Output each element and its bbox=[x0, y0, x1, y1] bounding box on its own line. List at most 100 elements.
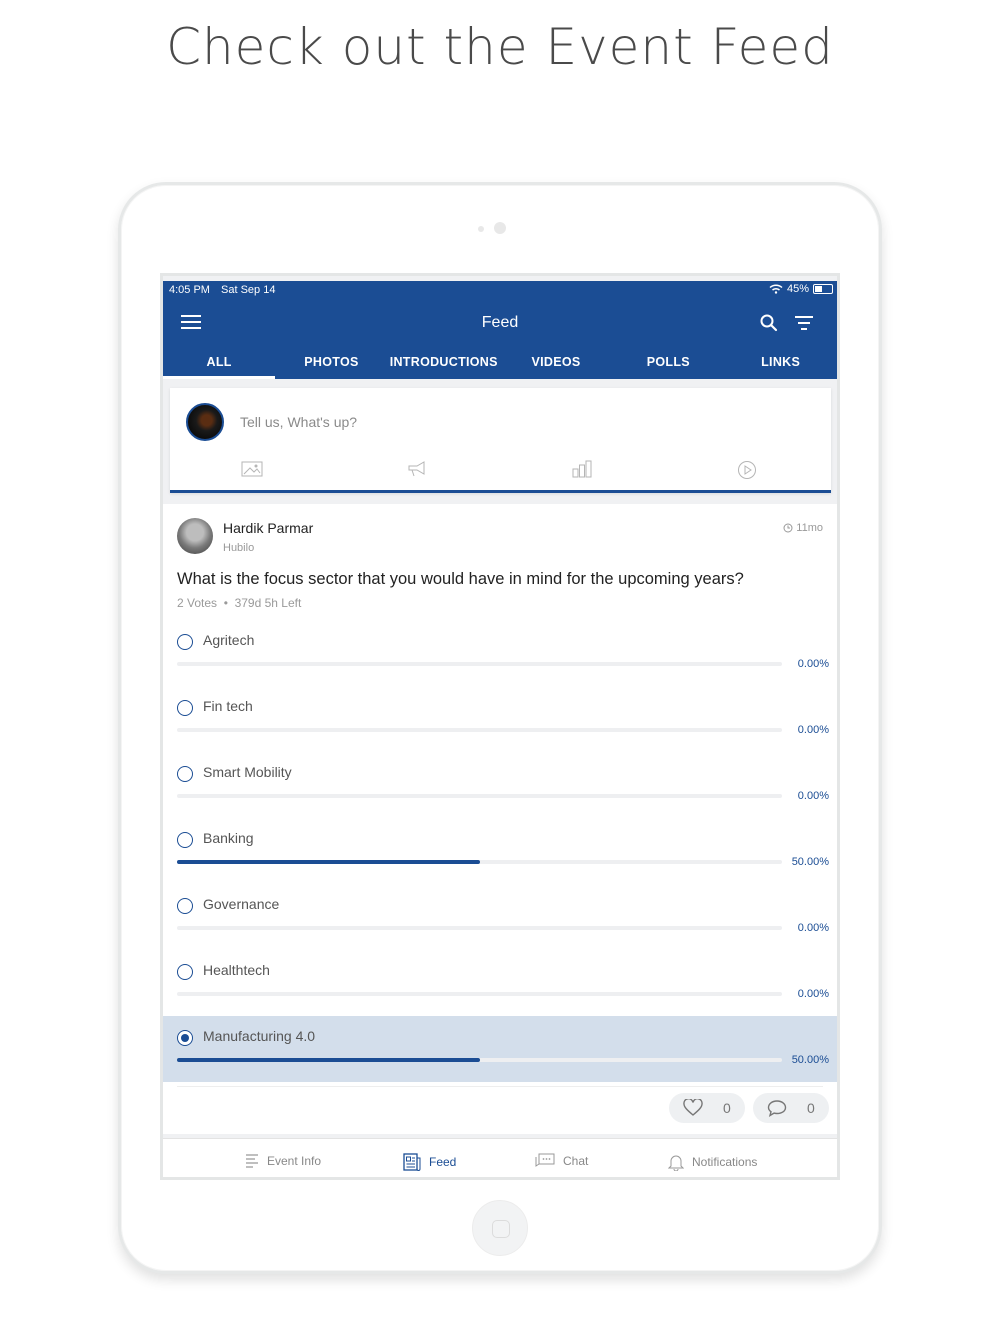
bottom-navigation: Event Info Feed Chat Notifications bbox=[163, 1138, 837, 1177]
page-headline: Check out the Event Feed bbox=[166, 18, 834, 76]
heart-icon bbox=[683, 1099, 703, 1116]
radio-button[interactable] bbox=[177, 1030, 193, 1046]
status-time: 4:05 PM bbox=[169, 284, 210, 296]
tab-photos[interactable]: PHOTOS bbox=[275, 349, 387, 379]
status-date: Sat Sep 14 bbox=[221, 284, 276, 296]
composer-actions bbox=[170, 460, 831, 480]
comment-count: 0 bbox=[807, 1100, 815, 1116]
progress-track bbox=[177, 794, 782, 798]
home-button[interactable] bbox=[472, 1200, 528, 1256]
comment-icon bbox=[767, 1100, 787, 1117]
poll-option-label: Manufacturing 4.0 bbox=[203, 1028, 316, 1044]
tab-all[interactable]: ALL bbox=[163, 349, 276, 379]
app-screen: 4:05 PM Sat Sep 14 45% Feed ALL PHOTOS I… bbox=[160, 273, 840, 1180]
poll-meta: 2 Votes • 379d 5h Left bbox=[177, 596, 301, 610]
nav-label: Event Info bbox=[267, 1154, 322, 1168]
progress-fill bbox=[177, 1058, 480, 1062]
vote-count: 2 Votes bbox=[177, 596, 218, 610]
poll-post: Hardik Parmar Hubilo 11mo What is the fo… bbox=[163, 504, 837, 1134]
tab-links[interactable]: LINKS bbox=[724, 349, 836, 379]
composer-input[interactable]: Tell us, What's up? bbox=[240, 414, 357, 430]
app-header: 4:05 PM Sat Sep 14 45% Feed ALL PHOTOS I… bbox=[163, 281, 837, 379]
like-count: 0 bbox=[723, 1100, 731, 1116]
author-organization: Hubilo bbox=[223, 542, 255, 554]
poll-option[interactable]: Manufacturing 4.0 50.00% bbox=[163, 1016, 837, 1082]
poll-option-label: Smart Mobility bbox=[203, 764, 292, 780]
post-actions: 0 0 bbox=[177, 1086, 829, 1134]
page-title: Feed bbox=[481, 314, 519, 331]
poll-option[interactable]: Smart Mobility 0.00% bbox=[163, 752, 837, 818]
progress-track bbox=[177, 926, 782, 930]
event-info-icon bbox=[246, 1154, 258, 1168]
progress-track bbox=[177, 728, 782, 732]
video-play-icon[interactable] bbox=[736, 460, 760, 480]
post-composer: Tell us, What's up? bbox=[170, 388, 831, 493]
radio-button[interactable] bbox=[177, 634, 193, 650]
progress-fill bbox=[177, 860, 480, 864]
battery-icon bbox=[813, 284, 833, 294]
like-button[interactable]: 0 bbox=[669, 1093, 745, 1123]
status-indicators: 45% bbox=[769, 283, 833, 295]
poll-option[interactable]: Agritech 0.00% bbox=[163, 620, 837, 686]
bell-icon bbox=[668, 1155, 684, 1171]
nav-label: Feed bbox=[429, 1155, 457, 1169]
radio-button[interactable] bbox=[177, 700, 193, 716]
feed-tabs: ALL PHOTOS INTRODUCTIONS VIDEOS POLLS LI… bbox=[163, 349, 837, 379]
nav-feed[interactable]: Feed bbox=[403, 1153, 456, 1171]
user-avatar[interactable] bbox=[186, 403, 224, 441]
megaphone-icon[interactable] bbox=[406, 460, 430, 480]
poll-option[interactable]: Governance 0.00% bbox=[163, 884, 837, 950]
nav-label: Notifications bbox=[692, 1155, 758, 1169]
progress-track bbox=[177, 1058, 782, 1062]
poll-option-label: Banking bbox=[203, 830, 254, 846]
post-time-ago: 11mo bbox=[796, 522, 823, 534]
wifi-icon bbox=[769, 284, 783, 294]
radio-button[interactable] bbox=[177, 898, 193, 914]
post-time: 11mo bbox=[783, 522, 823, 534]
poll-option-percent: 0.00% bbox=[797, 922, 829, 934]
clock-icon bbox=[783, 523, 793, 533]
progress-track bbox=[177, 662, 782, 666]
filter-icon[interactable] bbox=[795, 316, 813, 330]
status-bar: 4:05 PM Sat Sep 14 bbox=[169, 284, 283, 296]
tab-polls[interactable]: POLLS bbox=[612, 349, 724, 379]
poll-option-label: Governance bbox=[203, 896, 280, 912]
poll-question: What is the focus sector that you would … bbox=[177, 570, 744, 588]
chat-icon bbox=[535, 1153, 555, 1167]
author-avatar[interactable] bbox=[177, 518, 213, 554]
poll-option-percent: 0.00% bbox=[797, 988, 829, 1000]
poll-option-label: Healthtech bbox=[203, 962, 270, 978]
tab-introductions[interactable]: INTRODUCTIONS bbox=[388, 349, 500, 379]
poll-icon[interactable] bbox=[571, 460, 595, 480]
progress-track bbox=[177, 992, 782, 996]
poll-option-label: Agritech bbox=[203, 632, 255, 648]
poll-option-percent: 0.00% bbox=[797, 658, 829, 670]
nav-notifications[interactable]: Notifications bbox=[668, 1153, 757, 1171]
image-icon[interactable] bbox=[241, 460, 265, 480]
nav-event-info[interactable]: Event Info bbox=[245, 1153, 321, 1169]
time-left: 379d 5h Left bbox=[234, 596, 302, 610]
poll-option-percent: 0.00% bbox=[797, 790, 829, 802]
nav-label: Chat bbox=[563, 1154, 589, 1168]
radio-button[interactable] bbox=[177, 964, 193, 980]
poll-option-label: Fin tech bbox=[203, 698, 253, 714]
search-icon[interactable] bbox=[759, 313, 779, 333]
progress-track bbox=[177, 860, 782, 864]
tab-videos[interactable]: VIDEOS bbox=[500, 349, 612, 379]
comment-button[interactable]: 0 bbox=[753, 1093, 829, 1123]
poll-option[interactable]: Healthtech 0.00% bbox=[163, 950, 837, 1016]
poll-option-percent: 50.00% bbox=[791, 1054, 829, 1066]
poll-option[interactable]: Banking 50.00% bbox=[163, 818, 837, 884]
camera-sensor bbox=[478, 226, 484, 232]
radio-button[interactable] bbox=[177, 832, 193, 848]
front-camera bbox=[494, 222, 506, 234]
feed-icon bbox=[403, 1153, 421, 1171]
author-name[interactable]: Hardik Parmar bbox=[223, 520, 313, 536]
nav-chat[interactable]: Chat bbox=[535, 1153, 588, 1169]
radio-button[interactable] bbox=[177, 766, 193, 782]
poll-option-percent: 50.00% bbox=[791, 856, 829, 868]
meta-separator: • bbox=[220, 596, 235, 610]
battery-percent: 45% bbox=[786, 283, 809, 295]
poll-option[interactable]: Fin tech 0.00% bbox=[163, 686, 837, 752]
poll-option-percent: 0.00% bbox=[797, 724, 829, 736]
